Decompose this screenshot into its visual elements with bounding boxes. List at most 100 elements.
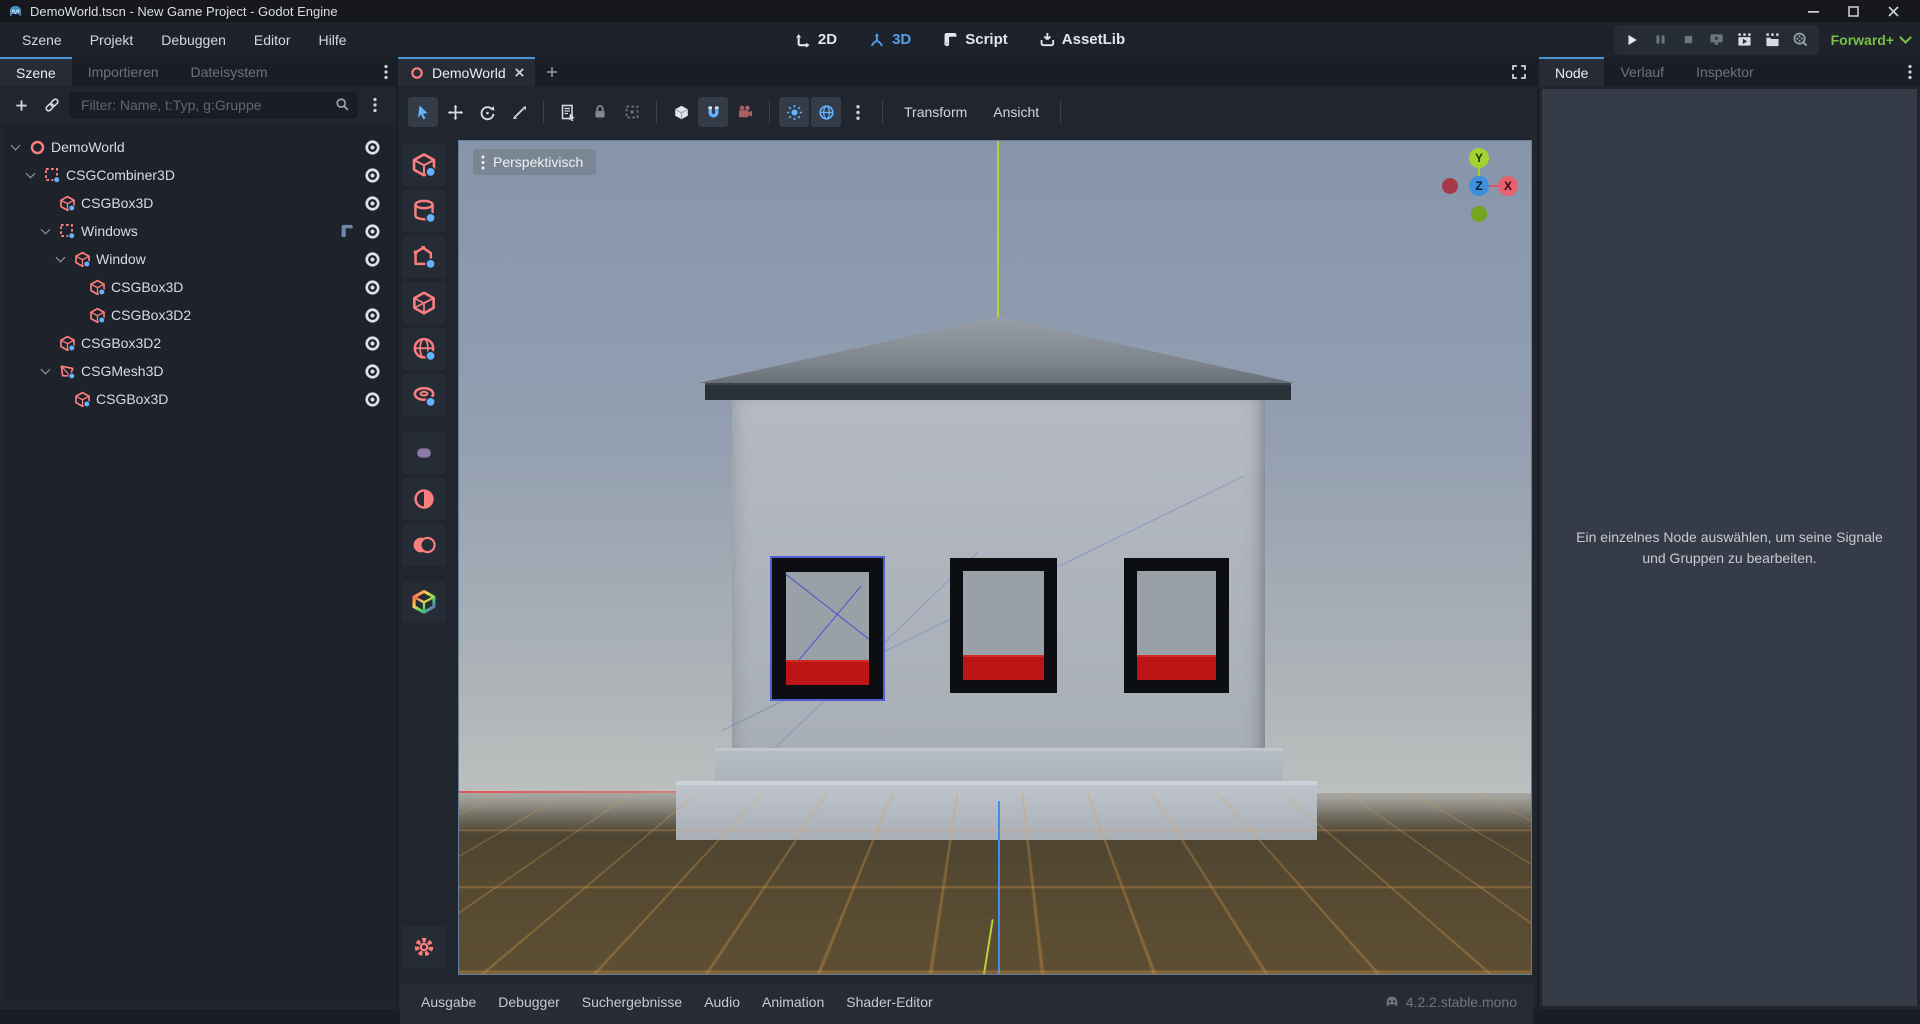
csg-cylinder-button[interactable]: [402, 190, 446, 232]
bottom-tab-ausgabe[interactable]: Ausgabe: [410, 994, 487, 1010]
tree-row[interactable]: CSGBox3D: [2, 385, 394, 413]
sun-toggle[interactable]: [779, 97, 809, 127]
environment-toggle[interactable]: [811, 97, 841, 127]
bottom-tab-animation[interactable]: Animation: [751, 994, 835, 1010]
collapse-chevron-icon[interactable]: [25, 169, 38, 182]
tree-row[interactable]: DemoWorld: [2, 133, 394, 161]
eye-icon[interactable]: [362, 221, 382, 241]
close-tab-icon[interactable]: [514, 67, 525, 78]
script-icon[interactable]: [337, 221, 357, 241]
gear-icon[interactable]: [402, 926, 446, 968]
menu-projekt[interactable]: Projekt: [76, 26, 148, 54]
eye-icon[interactable]: [362, 137, 382, 157]
play-scene-button[interactable]: [1732, 29, 1757, 51]
camera-preview-toggle[interactable]: [730, 97, 760, 127]
collapse-chevron-icon[interactable]: [55, 253, 68, 266]
collapse-chevron-icon[interactable]: [10, 141, 23, 154]
menu-szene[interactable]: Szene: [8, 26, 76, 54]
bottom-tab-suchergebnisse[interactable]: Suchergebnisse: [571, 994, 693, 1010]
gizmo-x-handle[interactable]: X: [1498, 176, 1518, 196]
list-select-button[interactable]: [553, 97, 583, 127]
expand-viewport-icon[interactable]: [1511, 64, 1527, 80]
intersection-operation-button[interactable]: [402, 478, 446, 520]
csg-sphere-button[interactable]: [402, 328, 446, 370]
tree-row[interactable]: CSGBox3D2: [2, 301, 394, 329]
close-button[interactable]: [1886, 4, 1900, 18]
eye-icon[interactable]: [362, 193, 382, 213]
play-custom-scene-button[interactable]: [1760, 29, 1785, 51]
tree-row[interactable]: Windows: [2, 217, 394, 245]
workspace-3d-button[interactable]: 3D: [869, 31, 911, 48]
viewport-3d[interactable]: Perspektivisch Y Z X: [458, 140, 1532, 975]
pause-button[interactable]: [1648, 29, 1673, 51]
subtraction-operation-button[interactable]: [402, 524, 446, 566]
bottom-tab-audio[interactable]: Audio: [693, 994, 751, 1010]
snap-magnet-toggle[interactable]: [698, 97, 728, 127]
scene-filter-input[interactable]: [70, 92, 357, 118]
workspace-script-button[interactable]: Script: [943, 31, 1008, 48]
menu-hilfe[interactable]: Hilfe: [304, 26, 360, 54]
rotate-tool-button[interactable]: [472, 97, 502, 127]
tree-row[interactable]: CSGBox3D: [2, 189, 394, 217]
union-operation-button[interactable]: [402, 432, 446, 474]
maximize-button[interactable]: [1846, 4, 1860, 18]
remote-play-button[interactable]: [1704, 29, 1729, 51]
menu-debuggen[interactable]: Debuggen: [147, 26, 240, 54]
play-button[interactable]: [1620, 29, 1645, 51]
tab-node[interactable]: Node: [1539, 57, 1604, 86]
workspace-assetlib-button[interactable]: AssetLib: [1040, 31, 1125, 48]
collapse-chevron-icon[interactable]: [40, 225, 53, 238]
tab-inspektor[interactable]: Inspektor: [1680, 57, 1770, 86]
add-node-button[interactable]: [8, 93, 34, 117]
select-tool-button[interactable]: [408, 97, 438, 127]
tree-row[interactable]: CSGMesh3D: [2, 357, 394, 385]
bottom-tab-shader-editor[interactable]: Shader-Editor: [835, 994, 943, 1010]
group-button[interactable]: [617, 97, 647, 127]
eye-icon[interactable]: [362, 389, 382, 409]
tab-szene[interactable]: Szene: [0, 57, 72, 86]
bake-mesh-button[interactable]: [402, 581, 446, 623]
eye-icon[interactable]: [362, 249, 382, 269]
version-info[interactable]: 4.2.2.stable.mono: [1385, 994, 1517, 1010]
movie-maker-button[interactable]: [1788, 29, 1813, 51]
dock-menu-dots-icon[interactable]: [1908, 64, 1912, 80]
tree-row[interactable]: CSGBox3D: [2, 273, 394, 301]
view-mode-label[interactable]: Perspektivisch: [473, 149, 596, 175]
move-tool-button[interactable]: [440, 97, 470, 127]
scene-tab-demoworld[interactable]: DemoWorld: [398, 57, 535, 86]
gizmo-neg-x-handle[interactable]: [1442, 178, 1458, 194]
tree-row[interactable]: CSGCombiner3D: [2, 161, 394, 189]
eye-icon[interactable]: [362, 333, 382, 353]
bottom-tab-debugger[interactable]: Debugger: [487, 994, 571, 1010]
csg-box-button[interactable]: [402, 144, 446, 186]
tab-dateisystem[interactable]: Dateisystem: [175, 57, 284, 86]
tab-importieren[interactable]: Importieren: [72, 57, 175, 86]
tree-menu-dots-icon[interactable]: [362, 93, 388, 117]
ansicht-menu[interactable]: Ansicht: [981, 98, 1051, 126]
transform-menu[interactable]: Transform: [892, 98, 979, 126]
scale-tool-button[interactable]: [504, 97, 534, 127]
dock-menu-dots-icon[interactable]: [384, 64, 388, 80]
eye-icon[interactable]: [362, 361, 382, 381]
eye-icon[interactable]: [362, 165, 382, 185]
minimize-button[interactable]: [1806, 4, 1820, 18]
gizmo-y-handle[interactable]: Y: [1469, 148, 1489, 168]
csg-mesh-button[interactable]: [402, 282, 446, 324]
gizmo-neg-y-handle[interactable]: [1471, 206, 1487, 222]
new-scene-tab-button[interactable]: [535, 57, 569, 86]
menu-editor[interactable]: Editor: [240, 26, 305, 54]
local-space-toggle[interactable]: [666, 97, 696, 127]
lock-button[interactable]: [585, 97, 615, 127]
collapse-chevron-icon[interactable]: [40, 365, 53, 378]
csg-torus-button[interactable]: [402, 374, 446, 416]
tab-verlauf[interactable]: Verlauf: [1604, 57, 1680, 86]
tree-row[interactable]: CSGBox3D2: [2, 329, 394, 357]
stop-button[interactable]: [1676, 29, 1701, 51]
csg-polygon-button[interactable]: [402, 236, 446, 278]
gizmo-z-handle[interactable]: Z: [1469, 176, 1489, 196]
tree-row[interactable]: Window: [2, 245, 394, 273]
eye-icon[interactable]: [362, 277, 382, 297]
attach-script-button[interactable]: [39, 93, 65, 117]
eye-icon[interactable]: [362, 305, 382, 325]
renderer-dropdown[interactable]: Forward+: [1831, 32, 1910, 48]
